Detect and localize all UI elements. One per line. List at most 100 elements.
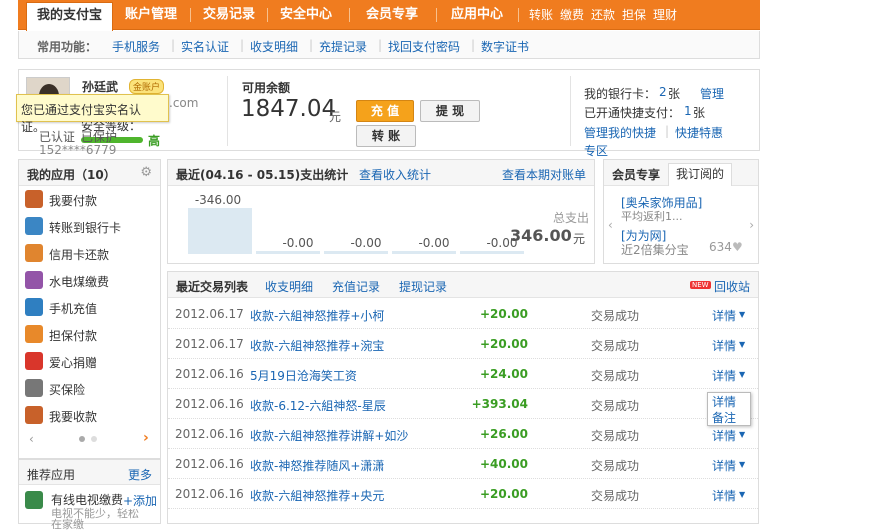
quickpay-count[interactable]: 1 [684, 104, 692, 118]
tx-detail[interactable]: 详情 [712, 367, 736, 384]
page-dot[interactable] [91, 436, 97, 442]
member-panel: 会员专享 我订阅的 ‹ › [奥朵家饰用品] 平均返利1... [为为网] 近2… [603, 159, 759, 264]
chevron-down-icon[interactable]: ▼ [739, 460, 745, 469]
tx-tab-recharge[interactable]: 充值记录 [332, 278, 380, 295]
chart-bar[interactable] [460, 251, 524, 254]
tab-security-center[interactable]: 安全中心 [280, 0, 332, 30]
bank-card-label: 我的银行卡： [584, 87, 657, 101]
nav-link-guarantee[interactable]: 担保 [622, 0, 646, 30]
tx-tab-statement[interactable]: 收支明细 [265, 278, 313, 295]
recent-transactions-panel: 最近交易列表 收支明细 充值记录 提现记录 NEW 回收站 2012.06.17… [167, 271, 759, 524]
recycle-bin-link[interactable]: 回收站 [714, 278, 750, 295]
like-count: 634 [709, 240, 732, 254]
chevron-down-icon[interactable]: ▼ [739, 430, 745, 439]
app-label: 转账到银行卡 [49, 221, 122, 235]
tx-title: 最近交易列表 [176, 280, 249, 294]
chevron-right-icon[interactable]: › [749, 218, 754, 232]
table-row: 2012.06.17 收款-六組神怒推荐+小柯 +20.00 交易成功 详情 ▼ [168, 299, 758, 329]
tx-name[interactable]: 收款-六組神怒推荐+央元 [250, 487, 384, 504]
tab-app-center[interactable]: 应用中心 [451, 0, 503, 30]
user-name: 孙廷武 [82, 80, 119, 94]
tx-status: 交易成功 [591, 309, 640, 323]
tx-name[interactable]: 收款-六組神怒推荐+涴宝 [250, 337, 384, 354]
detail-dropdown-menu: 详情 备注 [707, 392, 751, 426]
tab-account-management[interactable]: 账户管理 [125, 0, 177, 30]
quick-link-mobile[interactable]: 手机服务 [112, 38, 160, 55]
app-label: 信用卡还款 [49, 248, 110, 262]
heart-icon[interactable]: ♥ [732, 240, 743, 254]
expense-chart: -346.00-0.00 -0.00 -0.00 -0.00 [188, 193, 524, 254]
chevron-right-icon[interactable]: › [143, 430, 149, 446]
quick-link-recover-password[interactable]: 找回支付密码 [388, 38, 460, 55]
table-row: 2012.06.16 收款-六組神怒推荐+央元 +20.00 交易成功 详情 ▼ [168, 479, 758, 509]
quick-label: 常用功能： [37, 40, 98, 54]
nav-link-repay[interactable]: 还款 [591, 0, 615, 30]
recharge-button[interactable]: 充 值 [356, 100, 414, 122]
chart-bar[interactable] [188, 208, 252, 254]
menu-item-detail[interactable]: 详情 [712, 394, 746, 410]
chart-bar[interactable] [392, 251, 456, 254]
chevron-left-icon[interactable]: ‹ [608, 218, 613, 232]
tx-amount: +20.00 [479, 307, 528, 321]
nav-link-payment[interactable]: 缴费 [560, 0, 584, 30]
tab-transaction-records[interactable]: 交易记录 [203, 0, 255, 30]
more-link[interactable]: 更多 [128, 466, 152, 483]
tx-detail[interactable]: 详情 [712, 337, 736, 354]
gold-account-badge[interactable]: 金账户 [129, 79, 165, 94]
tx-amount: +20.00 [479, 337, 528, 351]
chevron-down-icon[interactable]: ▼ [739, 490, 745, 499]
tx-date: 2012.06.16 [175, 367, 244, 381]
tx-date: 2012.06.16 [175, 487, 244, 501]
chevron-left-icon[interactable]: ‹ [29, 432, 34, 446]
nav-link-finance[interactable]: 理财 [653, 0, 677, 30]
chart-bar[interactable] [256, 251, 320, 254]
quick-special-link[interactable]: 快捷特惠 [675, 124, 723, 141]
chart-bar[interactable] [324, 251, 388, 254]
tx-status: 交易成功 [591, 489, 640, 503]
tab-member-exclusive[interactable]: 会员专享 [366, 0, 418, 30]
app-icon [25, 244, 43, 262]
withdraw-button[interactable]: 提 现 [420, 100, 480, 122]
table-row: 2012.06.17 收款-六組神怒推荐+涴宝 +20.00 交易成功 详情 ▼ [168, 329, 758, 359]
separator: | [378, 38, 383, 52]
tx-detail[interactable]: 详情 [712, 427, 736, 444]
tx-detail[interactable]: 详情 [712, 457, 736, 474]
add-app-button[interactable]: +添加 [123, 492, 158, 509]
tx-detail[interactable]: 详情 [712, 487, 736, 504]
quick-link-statement[interactable]: 收支明细 [250, 38, 298, 55]
transfer-button[interactable]: 转 账 [356, 125, 416, 147]
member-item-desc: 平均返利1... [621, 210, 683, 223]
chevron-down-icon[interactable]: ▼ [739, 340, 745, 349]
balance-unit: 元 [329, 110, 342, 124]
realname-tooltip: 您已通过支付宝实名认证。 [16, 94, 169, 134]
tx-status: 交易成功 [591, 339, 640, 353]
bank-manage-link[interactable]: 管理 [700, 85, 724, 102]
bill-link[interactable]: 查看本期对账单 [502, 166, 586, 183]
bank-card-count[interactable]: 2 [659, 85, 667, 99]
tx-name[interactable]: 5月19日沧海笑工资 [250, 367, 357, 384]
tx-amount: +26.00 [479, 427, 528, 441]
quick-link-realname[interactable]: 实名认证 [181, 38, 229, 55]
chevron-down-icon[interactable]: ▼ [739, 370, 745, 379]
nav-link-transfer[interactable]: 转账 [529, 0, 553, 30]
quick-link-recharge-records[interactable]: 充提记录 [319, 38, 367, 55]
tx-name[interactable]: 收款-六組神怒推荐+小柯 [250, 307, 384, 324]
tab-my-alipay[interactable]: 我的支付宝 [26, 2, 114, 31]
chevron-down-icon[interactable]: ▼ [739, 310, 745, 319]
special-zone-link[interactable]: 专区 [584, 142, 608, 159]
page-dot-active[interactable] [79, 436, 85, 442]
balance-label: 可用余额 [242, 81, 291, 95]
tx-tab-withdraw[interactable]: 提现记录 [399, 278, 447, 295]
quick-link-certificate[interactable]: 数字证书 [481, 38, 529, 55]
tx-date: 2012.06.16 [175, 457, 244, 471]
tx-detail[interactable]: 详情 [712, 307, 736, 324]
my-apps-header: 我的应用（10） ⚙ [19, 160, 160, 186]
income-stats-link[interactable]: 查看收入统计 [359, 166, 431, 183]
menu-item-note[interactable]: 备注 [712, 410, 746, 426]
tx-name[interactable]: 收款-6.12-六組神怒-星辰 [250, 397, 386, 414]
manage-quickpay-link[interactable]: 管理我的快捷 [584, 124, 656, 141]
gear-icon[interactable]: ⚙ [140, 165, 152, 180]
tx-name[interactable]: 收款-神怒推荐随风+潇潇 [250, 457, 384, 474]
tx-name[interactable]: 收款-六組神怒推荐讲解+如沙 [250, 427, 408, 444]
tab-subscribed[interactable]: 我订阅的 [668, 163, 733, 186]
